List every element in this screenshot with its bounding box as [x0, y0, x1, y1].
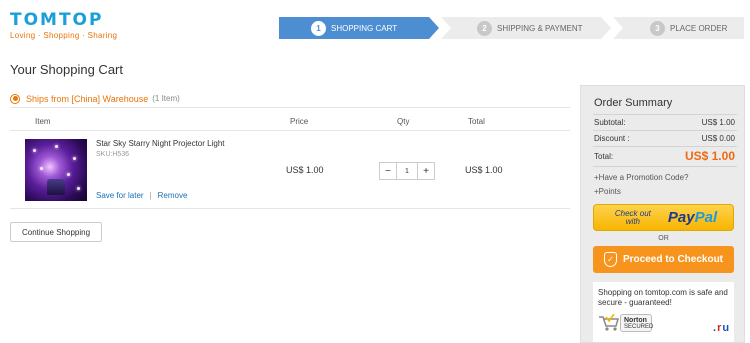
warehouse-row: Ships from [China] Warehouse (1 Item) — [10, 90, 570, 108]
brand-logo[interactable]: TOMTOP Loving · Shopping · Sharing — [10, 10, 118, 41]
item-count: (1 Item) — [152, 94, 180, 103]
points-link[interactable]: +Points — [594, 187, 621, 196]
norton-name: Norton — [624, 317, 647, 324]
subtotal-label: Subtotal: — [594, 118, 626, 127]
order-summary-panel: Order Summary Subtotal: US$ 1.00 Discoun… — [580, 85, 745, 343]
remove-link[interactable]: Remove — [158, 191, 188, 200]
summary-divider — [593, 114, 737, 115]
summary-divider — [593, 146, 737, 147]
norton-seal[interactable]: Norton SECURED — [598, 314, 654, 332]
subtotal-value: US$ 1.00 — [701, 118, 735, 127]
discount-value: US$ 0.00 — [701, 134, 735, 143]
column-header-total: Total — [468, 117, 485, 126]
star-dot — [33, 149, 36, 152]
step-shopping-cart: 1 SHOPPING CART — [279, 17, 439, 39]
row-divider — [10, 208, 570, 209]
item-total: US$ 1.00 — [465, 165, 503, 175]
quantity-stepper: − 1 + — [379, 162, 435, 180]
star-dot — [77, 187, 80, 190]
brand-name: TOMTOP — [10, 10, 104, 30]
product-name[interactable]: Star Sky Starry Night Projector Light — [96, 139, 225, 148]
radio-selected-dot — [12, 96, 18, 101]
norton-secured: SECURED — [624, 324, 654, 330]
product-sku: SKU:H536 — [96, 151, 130, 158]
star-dot — [40, 167, 43, 170]
or-separator: OR — [658, 235, 669, 242]
brand-tagline: Loving · Shopping · Sharing — [10, 31, 118, 40]
security-text: Shopping on tomtop.com is safe and secur… — [598, 288, 728, 307]
watermark-u: u — [722, 322, 731, 334]
page-title: Your Shopping Cart — [10, 62, 123, 77]
paypal-checkout-button[interactable]: Check out with PayPal — [593, 204, 734, 231]
column-header-qty: Qty — [397, 117, 410, 126]
step-label: PLACE ORDER — [670, 23, 728, 33]
proceed-label: Proceed to Checkout — [622, 254, 724, 265]
paypal-logo-pal: Pal — [694, 209, 718, 226]
paypal-checkout-text: Check out with — [614, 208, 651, 226]
item-price: US$ 1.00 — [286, 165, 324, 175]
column-header-item: Item — [35, 117, 51, 126]
star-dot — [67, 173, 70, 176]
summary-divider — [593, 130, 737, 131]
step-label: SHOPPING CART — [331, 23, 398, 33]
column-header-price: Price — [290, 117, 309, 126]
step-number: 1 — [311, 20, 326, 36]
proceed-to-checkout-button[interactable]: ✓ Proceed to Checkout — [593, 246, 734, 273]
qty-input[interactable]: 1 — [396, 163, 418, 179]
order-summary-title: Order Summary — [594, 97, 673, 109]
discount-row: Discount : US$ 0.00 — [594, 134, 735, 143]
step-label: SHIPPING & PAYMENT — [497, 23, 583, 33]
watermark-logo: .ru — [713, 322, 730, 334]
warehouse-label: Ships from [China] Warehouse — [26, 93, 149, 104]
shopping-cart-icon — [599, 314, 619, 331]
star-dot — [55, 145, 58, 148]
total-row: Total: US$ 1.00 — [594, 149, 735, 163]
summary-divider — [593, 166, 737, 167]
paypal-logo: PayPal — [668, 209, 717, 226]
continue-shopping-button[interactable]: Continue Shopping — [10, 222, 102, 242]
step-number: 3 — [650, 20, 665, 36]
action-separator: | — [149, 191, 152, 200]
paypal-logo-pay: Pay — [667, 209, 695, 226]
checkout-steps: 1 SHOPPING CART 2 SHIPPING & PAYMENT 3 P… — [279, 17, 744, 39]
promotion-code-link[interactable]: +Have a Promotion Code? — [594, 173, 689, 182]
save-for-later-link[interactable]: Save for later — [96, 191, 144, 200]
qty-increase-button[interactable]: + — [418, 163, 434, 179]
header-divider — [10, 130, 570, 131]
qty-decrease-button[interactable]: − — [380, 163, 396, 179]
total-label: Total: — [594, 151, 614, 161]
star-dot — [73, 157, 76, 160]
warehouse-radio[interactable] — [10, 93, 20, 104]
item-actions: Save for later | Remove — [96, 191, 187, 200]
step-number: 2 — [477, 20, 492, 36]
projector-device — [47, 179, 65, 195]
norton-badge: Norton SECURED — [620, 314, 654, 332]
total-value: US$ 1.00 — [684, 149, 735, 163]
step-place-order: 3 PLACE ORDER — [613, 17, 744, 39]
step-shipping-payment: 2 SHIPPING & PAYMENT — [441, 17, 611, 39]
product-image[interactable] — [25, 139, 87, 201]
subtotal-row: Subtotal: US$ 1.00 — [594, 118, 735, 127]
shield-check-icon: ✓ — [603, 252, 617, 267]
discount-label: Discount : — [594, 134, 630, 143]
